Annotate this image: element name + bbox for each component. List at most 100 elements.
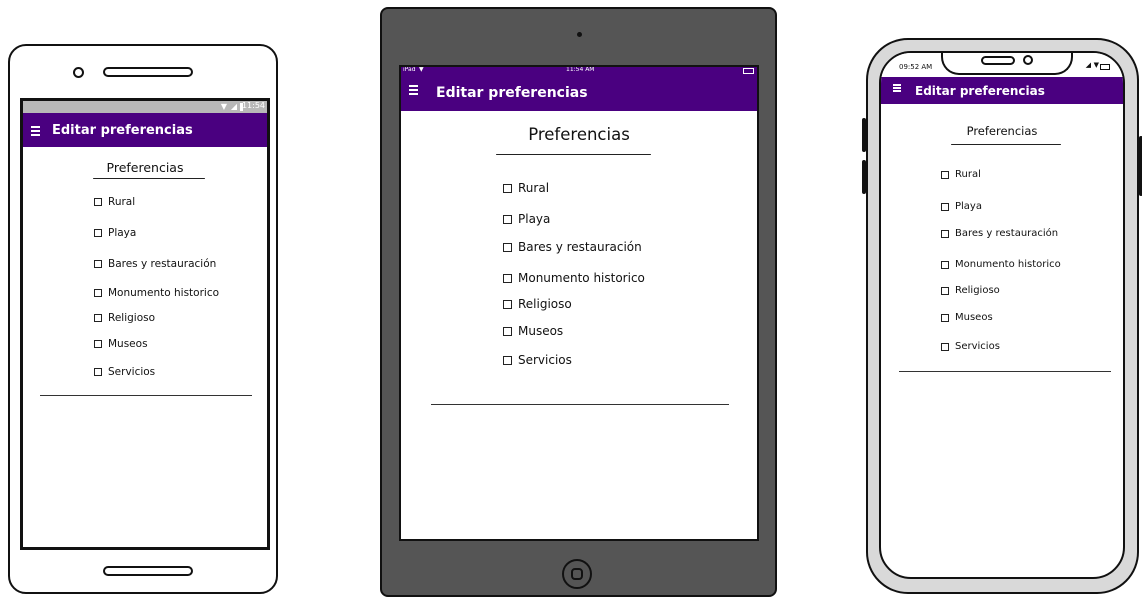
checkbox[interactable] bbox=[941, 286, 949, 295]
home-button[interactable] bbox=[562, 559, 592, 589]
option-rural[interactable]: Rural bbox=[94, 196, 135, 208]
option-servicios[interactable]: Servicios bbox=[941, 341, 1000, 352]
signal-icon: ◢ bbox=[1085, 61, 1091, 69]
camera-icon bbox=[1023, 55, 1033, 65]
option-label: Religioso bbox=[108, 312, 156, 324]
option-label: Museos bbox=[955, 312, 993, 323]
battery-icon bbox=[1100, 64, 1110, 70]
battery-icon bbox=[743, 68, 754, 74]
checkbox[interactable] bbox=[503, 299, 512, 309]
divider bbox=[40, 395, 252, 396]
checkbox[interactable] bbox=[941, 229, 949, 238]
page-title: Editar preferencias bbox=[52, 122, 193, 138]
checkbox[interactable] bbox=[94, 289, 102, 297]
option-label: Bares y restauración bbox=[955, 228, 1059, 239]
android-screen: ▼ ◢ 11:54 Editar preferencias Preferenci… bbox=[20, 98, 270, 550]
volume-down-button bbox=[862, 160, 866, 194]
status-time: 09:52 AM bbox=[899, 63, 933, 71]
page-title: Editar preferencias bbox=[915, 83, 1045, 98]
option-monumento[interactable]: Monumento historico bbox=[941, 259, 1061, 270]
checkbox[interactable] bbox=[94, 229, 102, 237]
option-label: Bares y restauración bbox=[518, 240, 642, 254]
option-label: Playa bbox=[955, 201, 982, 212]
option-religioso[interactable]: Religioso bbox=[941, 285, 1000, 296]
heading-underline bbox=[951, 144, 1061, 145]
option-label: Servicios bbox=[518, 353, 572, 367]
status-bar: ▼ ◢ 11:54 bbox=[23, 101, 267, 113]
signal-icon: ◢ bbox=[230, 102, 237, 111]
checkbox[interactable] bbox=[941, 342, 949, 351]
option-rural[interactable]: Rural bbox=[503, 181, 549, 195]
checkbox[interactable] bbox=[941, 170, 949, 179]
app-bar: Editar preferencias bbox=[23, 113, 267, 147]
option-label: Monumento historico bbox=[518, 271, 645, 285]
option-playa[interactable]: Playa bbox=[941, 201, 982, 212]
checkbox[interactable] bbox=[503, 273, 512, 283]
status-time: 11:54 bbox=[241, 101, 265, 110]
ipad-device: iPad ▼ 11:54 AM Editar preferencias Pref… bbox=[380, 7, 777, 597]
option-museos[interactable]: Museos bbox=[941, 312, 993, 323]
checkbox[interactable] bbox=[94, 198, 102, 206]
option-playa[interactable]: Playa bbox=[503, 212, 550, 226]
option-religioso[interactable]: Religioso bbox=[503, 297, 572, 311]
divider bbox=[899, 371, 1111, 372]
option-monumento[interactable]: Monumento historico bbox=[503, 271, 645, 285]
section-heading: Preferencias bbox=[528, 125, 630, 144]
checkbox[interactable] bbox=[503, 214, 512, 224]
menu-icon[interactable] bbox=[409, 84, 418, 95]
iphone-device: 09:52 AM ◢ ▼ Editar preferencias Prefere… bbox=[862, 38, 1142, 594]
app-bar: Editar preferencias bbox=[881, 77, 1123, 104]
checkbox[interactable] bbox=[503, 355, 512, 365]
option-label: Rural bbox=[108, 196, 136, 208]
home-button[interactable] bbox=[103, 566, 193, 576]
option-label: Servicios bbox=[955, 341, 1000, 352]
heading-underline bbox=[496, 154, 651, 155]
status-bar: iPad ▼ 11:54 AM bbox=[401, 67, 757, 75]
option-museos[interactable]: Museos bbox=[94, 338, 148, 350]
option-label: Rural bbox=[955, 169, 981, 180]
option-label: Religioso bbox=[518, 297, 572, 311]
checkbox[interactable] bbox=[941, 202, 949, 211]
option-label: Museos bbox=[518, 324, 564, 338]
iphone-screen: 09:52 AM ◢ ▼ Editar preferencias Prefere… bbox=[879, 51, 1125, 579]
section-heading: Preferencias bbox=[106, 160, 184, 175]
checkbox[interactable] bbox=[503, 242, 512, 252]
volume-up-button bbox=[862, 118, 866, 152]
menu-icon[interactable] bbox=[31, 125, 40, 136]
option-rural[interactable]: Rural bbox=[941, 169, 981, 180]
option-monumento[interactable]: Monumento historico bbox=[94, 287, 219, 299]
option-servicios[interactable]: Servicios bbox=[94, 366, 155, 378]
checkbox[interactable] bbox=[941, 313, 949, 322]
checkbox[interactable] bbox=[94, 314, 102, 322]
checkbox[interactable] bbox=[94, 368, 102, 376]
checkbox[interactable] bbox=[94, 340, 102, 348]
wifi-icon: ▼ bbox=[1093, 61, 1099, 69]
ipad-screen: iPad ▼ 11:54 AM Editar preferencias Pref… bbox=[399, 65, 759, 541]
section-heading: Preferencias bbox=[966, 124, 1038, 138]
option-servicios[interactable]: Servicios bbox=[503, 353, 572, 367]
option-label: Monumento historico bbox=[108, 287, 220, 299]
page-title: Editar preferencias bbox=[436, 85, 588, 101]
option-label: Bares y restauración bbox=[108, 258, 217, 270]
option-label: Servicios bbox=[108, 366, 156, 378]
checkbox[interactable] bbox=[503, 326, 512, 336]
option-religioso[interactable]: Religioso bbox=[94, 312, 155, 324]
checkbox[interactable] bbox=[94, 260, 102, 268]
camera-icon bbox=[73, 67, 84, 78]
option-bares[interactable]: Bares y restauración bbox=[94, 258, 216, 270]
wifi-icon: ▼ bbox=[220, 102, 227, 111]
carrier-label: iPad bbox=[403, 66, 416, 73]
checkbox[interactable] bbox=[503, 183, 512, 193]
menu-icon[interactable] bbox=[893, 83, 901, 92]
speaker-icon bbox=[103, 67, 193, 77]
option-museos[interactable]: Museos bbox=[503, 324, 563, 338]
option-bares[interactable]: Bares y restauración bbox=[941, 228, 1058, 239]
divider bbox=[431, 404, 729, 405]
option-label: Playa bbox=[518, 212, 551, 226]
option-label: Monumento historico bbox=[955, 259, 1061, 270]
option-label: Playa bbox=[108, 227, 137, 239]
checkbox[interactable] bbox=[941, 260, 949, 269]
option-bares[interactable]: Bares y restauración bbox=[503, 240, 642, 254]
wifi-icon: ▼ bbox=[419, 66, 424, 73]
option-playa[interactable]: Playa bbox=[94, 227, 136, 239]
